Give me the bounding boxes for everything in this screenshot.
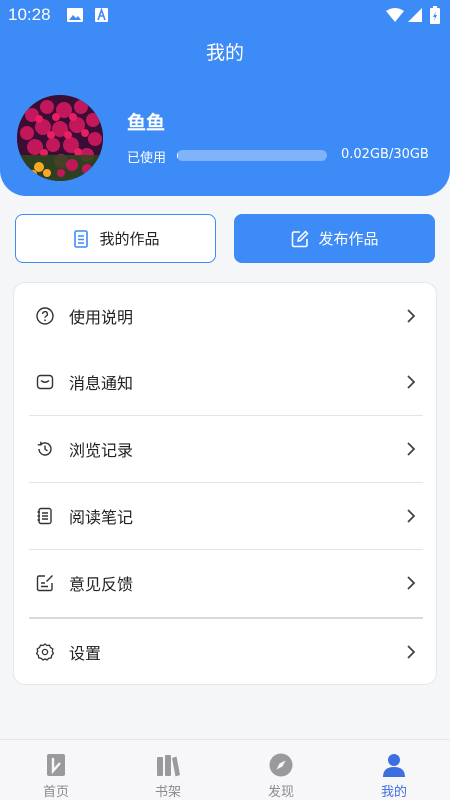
storage-usage-label: 已使用 (127, 151, 167, 166)
app-notification-icon (95, 8, 108, 22)
menu-item-label: 消息通知 (69, 374, 134, 393)
menu-item-usage-guide[interactable]: 使用说明 (14, 283, 438, 349)
bookshelf-icon (157, 755, 180, 777)
storage-usage-bar (177, 150, 327, 161)
profile-header: 10:28 我的 鱼鱼 已使用 0.02GB/30GB (0, 0, 450, 196)
home-book-icon (47, 754, 65, 776)
menu-item-reading-notes[interactable]: 阅读笔记 (14, 483, 438, 549)
signal-icon (408, 8, 422, 22)
document-icon (74, 229, 89, 248)
history-icon (37, 441, 52, 456)
avatar-flower-image (17, 95, 103, 181)
tab-label: 首页 (42, 785, 69, 800)
status-time: 10:28 (8, 5, 51, 24)
menu-item-label: 设置 (69, 644, 102, 663)
tab-mine[interactable]: 我的 (338, 740, 450, 800)
chevron-right-icon (407, 645, 416, 659)
help-circle-icon (36, 307, 54, 325)
notes-icon (37, 507, 52, 525)
battery-icon (430, 6, 440, 24)
page-title: 我的 (205, 42, 244, 64)
menu-item-notifications[interactable]: 消息通知 (14, 349, 438, 415)
chevron-right-icon (407, 442, 416, 456)
settings-menu: 使用说明 消息通知 浏览记录 阅读笔记 意见反馈 设置 (13, 282, 437, 685)
feedback-icon (36, 575, 53, 592)
publish-works-button[interactable]: 发布作品 (234, 214, 435, 263)
edit-icon (292, 229, 310, 247)
gear-icon (36, 643, 54, 661)
my-works-label: 我的作品 (99, 230, 160, 248)
tab-label: 书架 (154, 785, 181, 800)
tab-home[interactable]: 首页 (0, 740, 112, 800)
wifi-icon (386, 8, 404, 22)
chevron-right-icon (407, 309, 416, 323)
publish-works-label: 发布作品 (318, 230, 379, 248)
chevron-right-icon (407, 375, 416, 389)
tab-label: 我的 (380, 785, 407, 800)
bottom-tab-bar: 首页 书架 发现 我的 (0, 739, 450, 800)
compass-icon (269, 753, 293, 777)
menu-item-settings[interactable]: 设置 (14, 619, 438, 685)
menu-item-feedback[interactable]: 意见反馈 (14, 550, 438, 616)
menu-item-label: 使用说明 (69, 308, 134, 327)
tab-bookshelf[interactable]: 书架 (112, 740, 224, 800)
menu-item-label: 阅读笔记 (69, 508, 134, 527)
my-works-button[interactable]: 我的作品 (15, 214, 216, 263)
tab-label: 发现 (267, 785, 294, 800)
menu-item-label: 意见反馈 (69, 575, 134, 594)
chevron-right-icon (407, 509, 416, 523)
menu-item-browse-history[interactable]: 浏览记录 (14, 416, 438, 482)
menu-item-label: 浏览记录 (69, 441, 134, 460)
gallery-icon (67, 8, 83, 22)
status-bar: 10:28 (0, 0, 450, 32)
storage-usage-value: 0.02GB/30GB (341, 147, 429, 162)
chevron-right-icon (407, 576, 416, 590)
message-icon (36, 374, 54, 390)
avatar[interactable] (17, 95, 103, 181)
tab-discover[interactable]: 发现 (225, 740, 337, 800)
person-icon (383, 754, 405, 777)
username: 鱼鱼 (127, 112, 166, 134)
